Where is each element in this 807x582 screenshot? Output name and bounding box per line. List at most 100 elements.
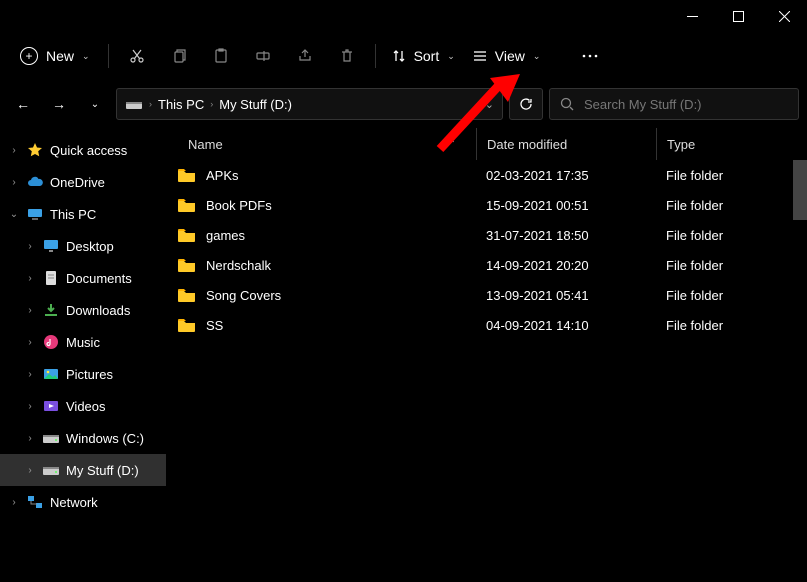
address-bar[interactable]: › This PC › My Stuff (D:) ⌄ — [116, 88, 503, 120]
file-row[interactable]: games31-07-2021 18:50File folder — [166, 220, 807, 250]
folder-icon — [178, 318, 196, 332]
sidebar-item-label: OneDrive — [50, 175, 105, 190]
sidebar-item-label: Videos — [66, 399, 106, 414]
sidebar-item[interactable]: ⌄This PC — [0, 198, 166, 230]
new-label: New — [46, 48, 74, 64]
file-pane: Name ⌃ Date modified Type APKs 02-03-2021… — [166, 128, 807, 582]
sidebar-item-label: Windows (C:) — [66, 431, 144, 446]
close-button[interactable] — [761, 0, 807, 32]
cut-button[interactable] — [117, 38, 157, 74]
sidebar-item-label: Quick access — [50, 143, 127, 158]
sidebar: ›Quick access›OneDrive⌄This PC›Desktop›D… — [0, 128, 166, 582]
sidebar-item[interactable]: ›Downloads — [0, 294, 166, 326]
sort-icon — [392, 49, 406, 63]
separator — [108, 44, 109, 68]
file-row[interactable]: SS 04-09-2021 14:10File folder — [166, 310, 807, 340]
column-header-date[interactable]: Date modified — [476, 128, 656, 160]
sidebar-item[interactable]: › Desktop — [0, 230, 166, 262]
sidebar-item-label: Music — [66, 335, 100, 350]
refresh-button[interactable] — [509, 88, 543, 120]
star-icon — [26, 141, 44, 159]
chevron-icon: › — [24, 369, 36, 380]
sidebar-item-label: Pictures — [66, 367, 113, 382]
share-button[interactable] — [285, 38, 325, 74]
sidebar-item-label: This PC — [50, 207, 96, 222]
search-placeholder: Search My Stuff (D:) — [584, 97, 702, 112]
file-date: 15-09-2021 00:51 — [476, 198, 656, 213]
file-row[interactable]: Song Covers13-09-2021 05:41File folder — [166, 280, 807, 310]
pc-icon — [26, 205, 44, 223]
maximize-button[interactable] — [715, 0, 761, 32]
sidebar-item[interactable]: › Pictures — [0, 358, 166, 390]
desktop-icon — [42, 237, 60, 255]
chevron-icon: › — [24, 465, 36, 476]
music-icon — [42, 333, 60, 351]
file-row[interactable]: APKs 02-03-2021 17:35File folder — [166, 160, 807, 190]
file-name: SS — [206, 318, 223, 333]
sidebar-item[interactable]: ›Windows (C:) — [0, 422, 166, 454]
file-type: File folder — [656, 318, 807, 333]
chevron-down-icon: ⌄ — [533, 51, 541, 62]
sidebar-item[interactable]: › My Stuff (D:) — [0, 454, 166, 486]
column-header-name[interactable]: Name ⌃ — [166, 137, 476, 152]
chevron-icon: › — [24, 401, 36, 412]
folder-icon — [178, 288, 196, 302]
column-headers: Name ⌃ Date modified Type — [166, 128, 807, 160]
sidebar-item[interactable]: › Videos — [0, 390, 166, 422]
search-input[interactable]: Search My Stuff (D:) — [549, 88, 799, 120]
more-button[interactable] — [570, 38, 610, 74]
sidebar-item[interactable]: ›Documents — [0, 262, 166, 294]
back-button[interactable]: ← — [8, 89, 38, 119]
rename-button[interactable] — [243, 38, 283, 74]
sidebar-item[interactable]: › Music — [0, 326, 166, 358]
sidebar-item[interactable]: › OneDrive — [0, 166, 166, 198]
chevron-down-icon: ⌄ — [447, 51, 455, 62]
file-name: Song Covers — [206, 288, 281, 303]
file-type: File folder — [656, 168, 807, 183]
view-icon — [473, 49, 487, 63]
sidebar-item-label: Desktop — [66, 239, 114, 254]
sidebar-item-label: Network — [50, 495, 98, 510]
copy-button[interactable] — [159, 38, 199, 74]
chevron-down-icon[interactable]: ⌄ — [485, 98, 494, 111]
doc-icon — [42, 269, 60, 287]
sidebar-item[interactable]: › Quick access — [0, 134, 166, 166]
separator — [375, 44, 376, 68]
delete-button[interactable] — [327, 38, 367, 74]
file-row[interactable]: Nerdschalk14-09-2021 20:20File folder — [166, 250, 807, 280]
cloud-icon — [26, 173, 44, 191]
drive-icon — [42, 461, 60, 479]
chevron-icon: › — [8, 145, 20, 156]
sidebar-item[interactable]: › Network — [0, 486, 166, 518]
download-icon — [42, 301, 60, 319]
file-date: 04-09-2021 14:10 — [476, 318, 656, 333]
file-name: APKs — [206, 168, 239, 183]
chevron-icon: › — [24, 337, 36, 348]
paste-button[interactable] — [201, 38, 241, 74]
scrollbar[interactable] — [793, 160, 807, 220]
folder-icon — [178, 228, 196, 242]
recent-button[interactable]: ⌄ — [80, 89, 110, 119]
file-type: File folder — [656, 258, 807, 273]
network-icon — [26, 493, 44, 511]
column-header-type[interactable]: Type — [656, 128, 807, 160]
plus-icon: + — [20, 47, 38, 65]
file-row[interactable]: Book PDFs15-09-2021 00:51File folder — [166, 190, 807, 220]
view-button[interactable]: View ⌄ — [465, 42, 549, 70]
chevron-icon: › — [8, 497, 20, 508]
sort-button[interactable]: Sort ⌄ — [384, 42, 463, 70]
chevron-icon: › — [8, 177, 20, 188]
folder-icon — [178, 258, 196, 272]
sidebar-item-label: Documents — [66, 271, 132, 286]
file-type: File folder — [656, 228, 807, 243]
breadcrumb-current[interactable]: My Stuff (D:) — [219, 97, 292, 112]
sidebar-item-label: My Stuff (D:) — [66, 463, 139, 478]
file-type: File folder — [656, 288, 807, 303]
new-button[interactable]: + New ⌄ — [10, 41, 100, 71]
file-date: 02-03-2021 17:35 — [476, 168, 656, 183]
file-type: File folder — [656, 198, 807, 213]
minimize-button[interactable] — [669, 0, 715, 32]
forward-button[interactable]: → — [44, 89, 74, 119]
chevron-icon: › — [24, 241, 36, 252]
breadcrumb-root[interactable]: This PC — [158, 97, 204, 112]
